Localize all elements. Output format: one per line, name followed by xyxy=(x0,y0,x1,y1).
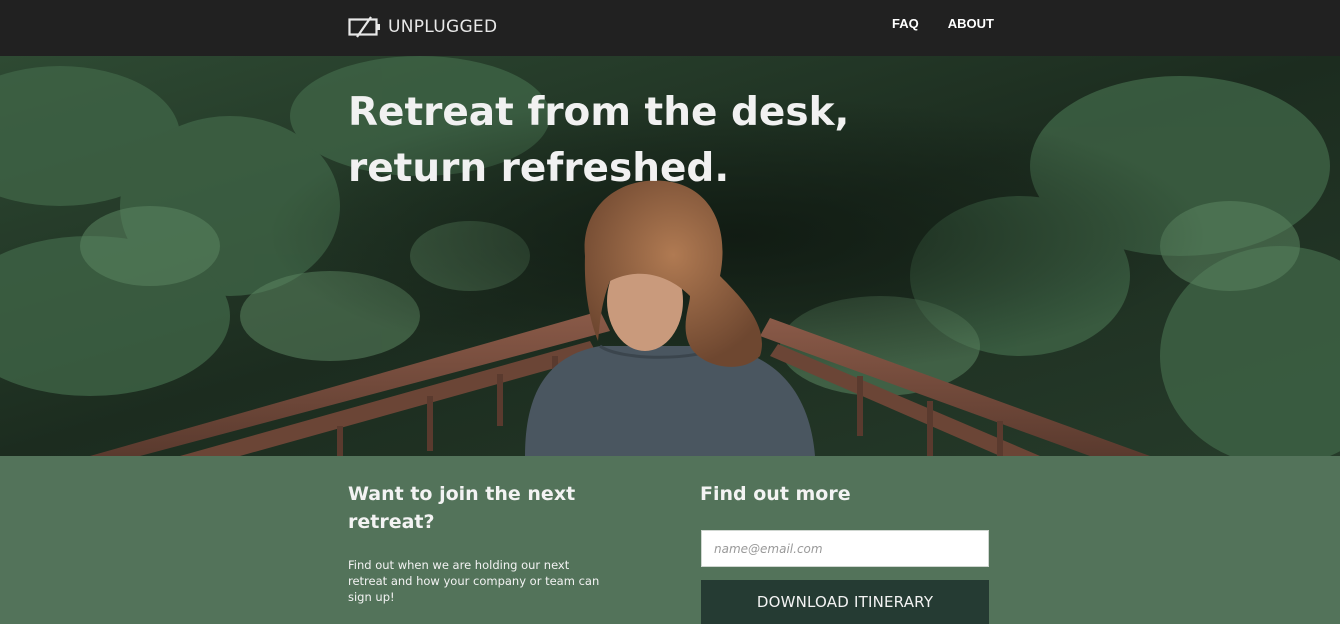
hero-title-line-2: return refreshed. xyxy=(348,146,730,191)
hero-section: Retreat from the desk, return refreshed. xyxy=(0,56,1340,456)
nav-link-faq[interactable]: FAQ xyxy=(892,16,919,31)
signup-section: Want to join the next retreat? Find out … xyxy=(0,456,1340,624)
hero-title: Retreat from the desk, return refreshed. xyxy=(348,85,868,197)
navbar: UNPLUGGED FAQ ABOUT xyxy=(0,0,1340,56)
email-input[interactable] xyxy=(701,530,989,567)
find-out-more-heading: Find out more xyxy=(700,483,851,505)
join-retreat-description: Find out when we are holding our next re… xyxy=(348,558,600,604)
nav-link-about[interactable]: ABOUT xyxy=(948,16,994,31)
join-retreat-heading: Want to join the next retreat? xyxy=(348,483,576,533)
hero-title-line-1: Retreat from the desk, xyxy=(348,90,850,135)
unplugged-battery-icon xyxy=(348,16,380,38)
brand-name: UNPLUGGED xyxy=(388,17,498,37)
download-itinerary-button[interactable]: DOWNLOAD ITINERARY xyxy=(701,580,989,624)
main-nav: FAQ ABOUT xyxy=(892,16,994,31)
brand-logo[interactable]: UNPLUGGED xyxy=(348,14,497,40)
